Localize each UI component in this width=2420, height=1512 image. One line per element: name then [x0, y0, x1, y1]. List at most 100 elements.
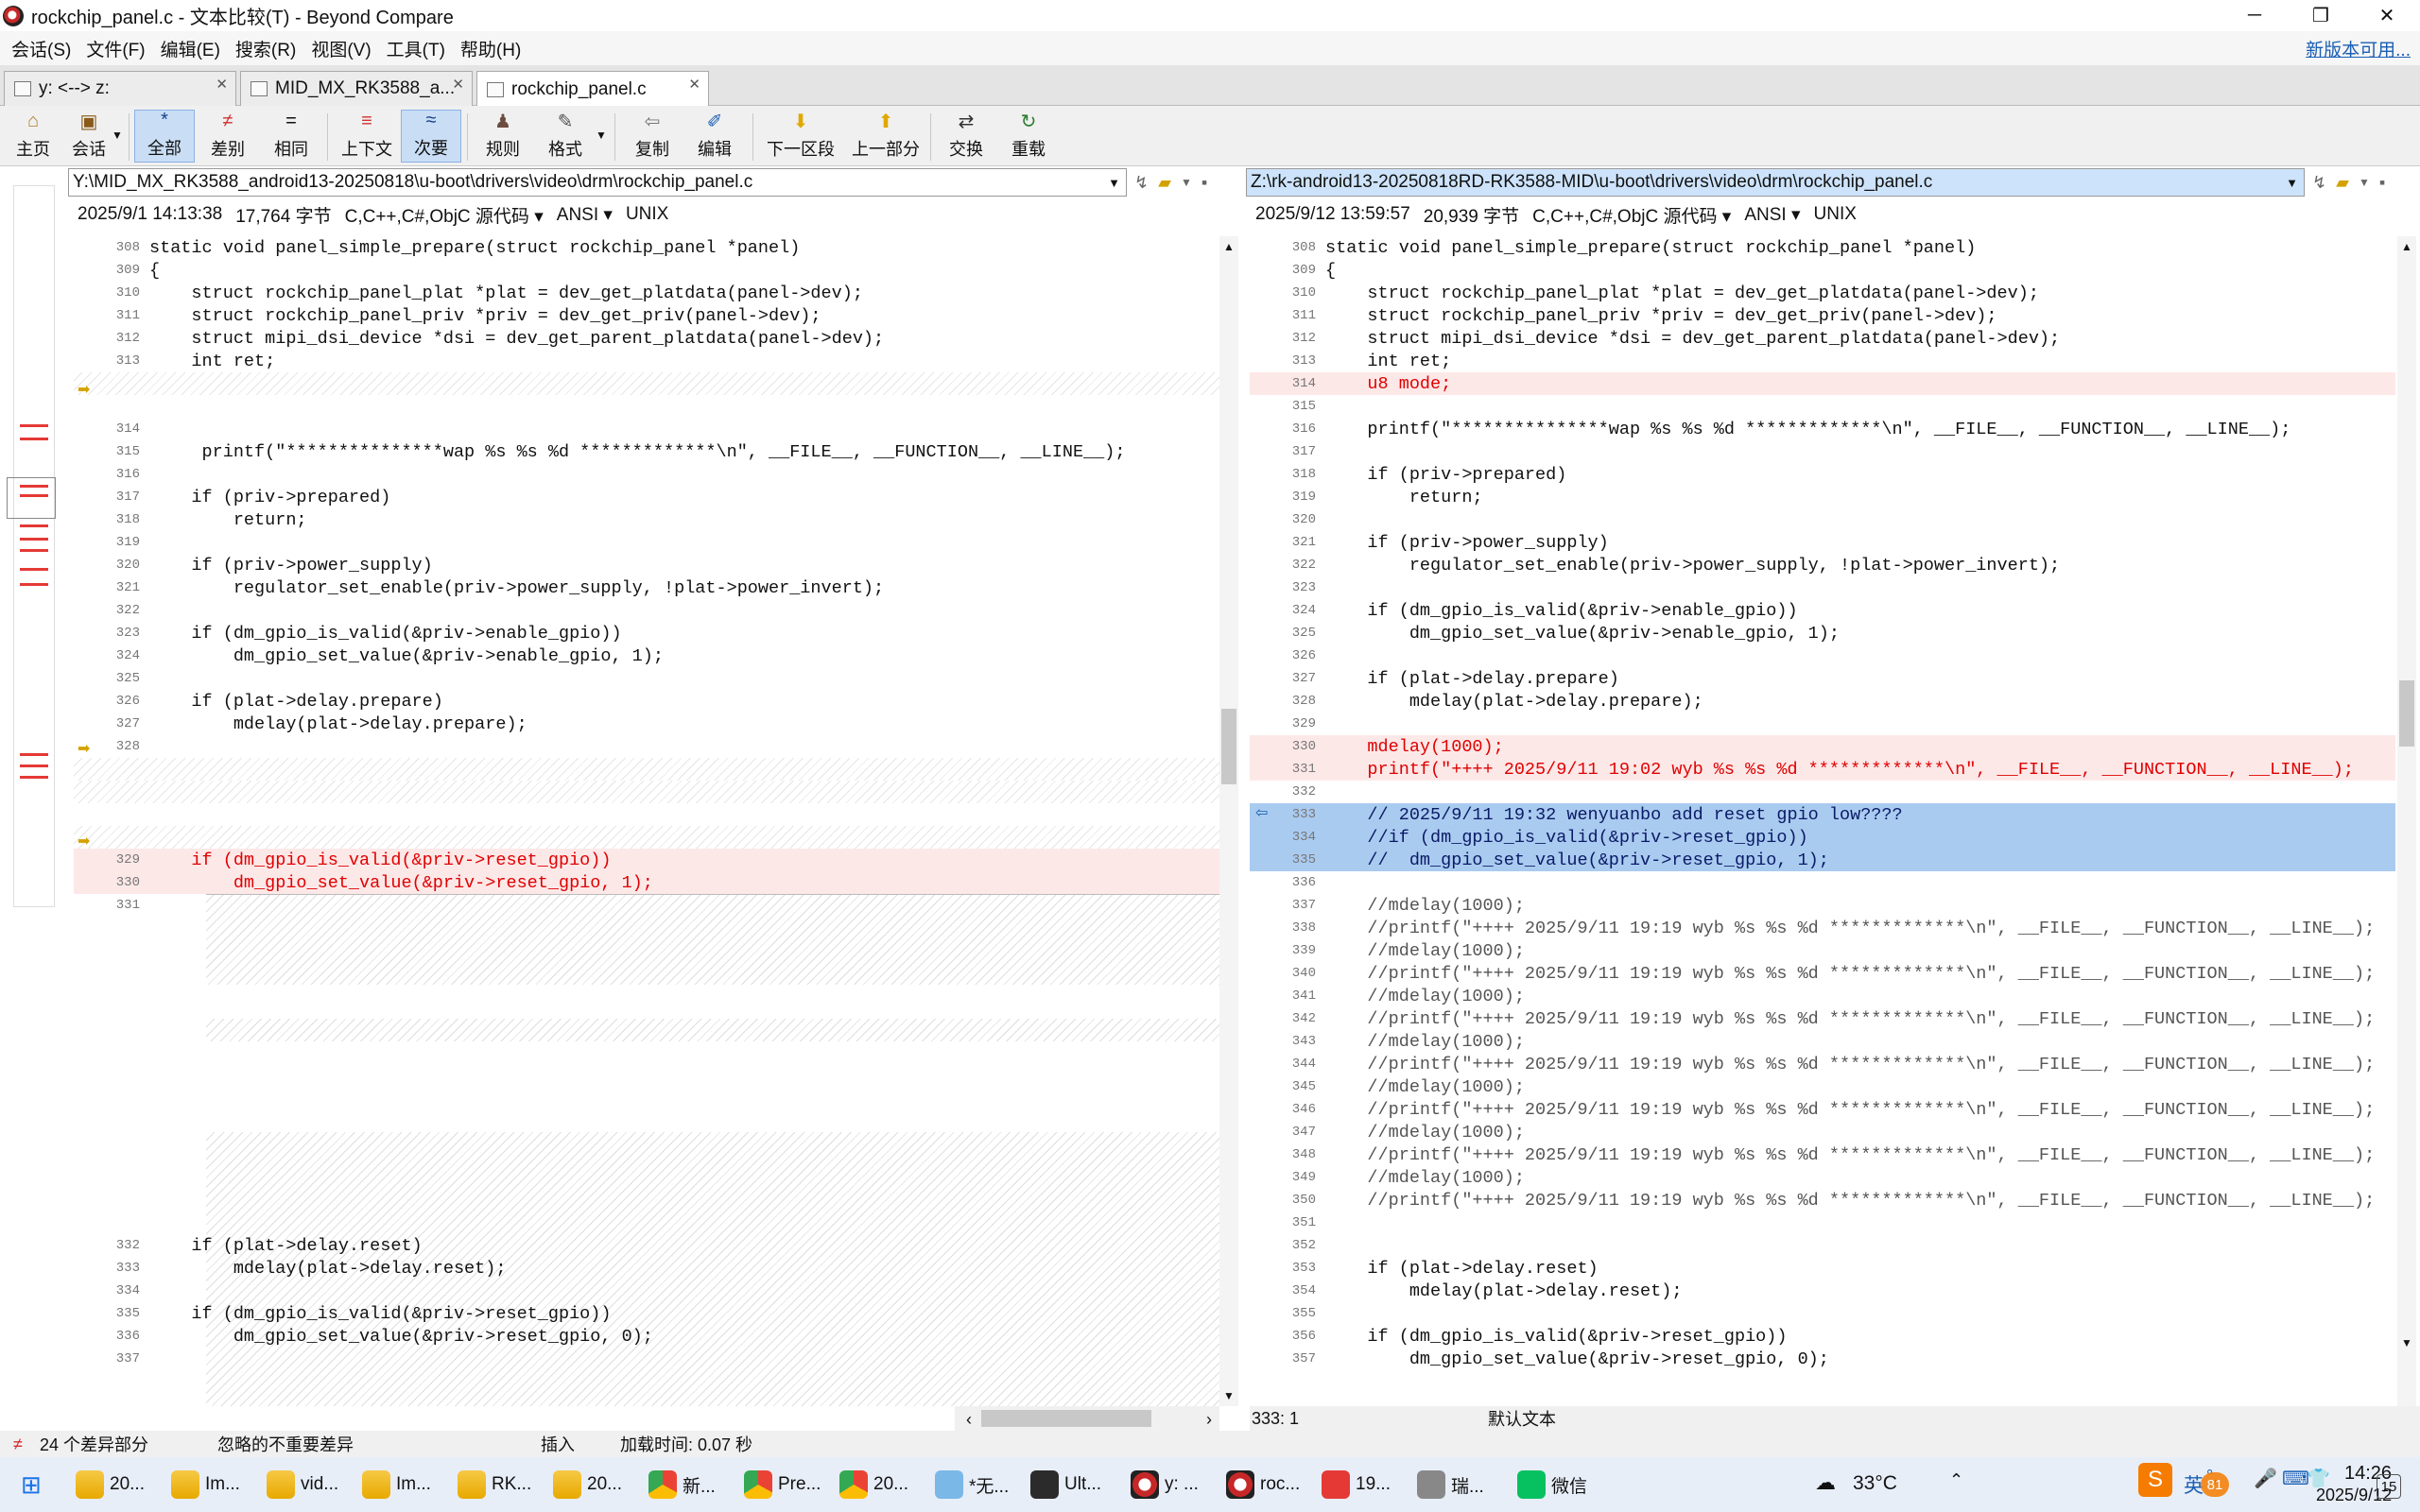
arrow-right-icon[interactable]: ➡ — [78, 739, 93, 757]
menu-help[interactable]: 帮助(H) — [460, 36, 521, 61]
close-tab-icon[interactable]: ✕ — [216, 76, 228, 93]
taskbar-app-button[interactable]: 20... — [839, 1465, 908, 1504]
code-line[interactable]: 316 — [74, 463, 1219, 486]
code-line[interactable]: 351 — [1250, 1211, 2395, 1234]
code-line[interactable]: 338 //printf("++++ 2025/9/11 19:19 wyb %… — [1250, 917, 2395, 939]
code-line[interactable]: 355 — [1250, 1302, 2395, 1325]
code-line[interactable]: 311 struct rockchip_panel_priv *priv = d… — [74, 304, 1219, 327]
save-icon[interactable]: ▪ — [1201, 173, 1207, 193]
microphone-icon[interactable]: 🎤 — [2254, 1467, 2277, 1490]
taskbar-app-button[interactable]: 20... — [76, 1465, 145, 1504]
horizontal-scrollbar[interactable]: ‹ › — [955, 1406, 1219, 1431]
code-line[interactable]: 325 — [74, 667, 1219, 690]
right-language-select[interactable]: C,C++,C#,ObjC 源代码 ▾ — [1532, 202, 1731, 228]
code-line[interactable]: 333 // 2025/9/11 19:32 wenyuanbo add res… — [1250, 803, 2395, 826]
code-line[interactable]: 354 mdelay(plat->delay.reset); — [1250, 1280, 2395, 1302]
viewport-indicator[interactable] — [7, 477, 56, 519]
alignment-gap[interactable] — [74, 826, 1219, 849]
show-all-button[interactable]: * 全部 — [134, 110, 195, 163]
code-line[interactable]: 350 //printf("++++ 2025/9/11 19:19 wyb %… — [1250, 1189, 2395, 1211]
taskbar-app-button[interactable]: Ult... — [1030, 1465, 1101, 1504]
context-button[interactable]: ≡ 上下文 — [337, 110, 397, 163]
code-line[interactable]: 320 — [1250, 508, 2395, 531]
scroll-down-icon[interactable]: ▼ — [1223, 1389, 1235, 1402]
format-dropdown-icon[interactable]: ▼ — [596, 129, 607, 142]
copy-button[interactable]: ⇦ 复制 — [622, 110, 683, 163]
code-line[interactable]: 329 if (dm_gpio_is_valid(&priv->reset_gp… — [74, 849, 1219, 871]
sogou-ime-icon[interactable]: S — [2138, 1463, 2172, 1497]
code-line[interactable]: 330 dm_gpio_set_value(&priv->reset_gpio,… — [74, 871, 1219, 894]
code-line[interactable]: 345 //mdelay(1000); — [1250, 1075, 2395, 1098]
keyboard-icon[interactable]: ⌨ — [2282, 1467, 2309, 1490]
taskbar-app-button[interactable]: Im... — [171, 1465, 240, 1504]
taskbar-app-button[interactable]: Im... — [362, 1465, 431, 1504]
tab-rockchip-panel[interactable]: rockchip_panel.c ✕ — [476, 71, 709, 107]
left-language-select[interactable]: C,C++,C#,ObjC 源代码 ▾ — [345, 202, 544, 228]
code-line[interactable]: 340 //printf("++++ 2025/9/11 19:19 wyb %… — [1250, 962, 2395, 985]
taskbar-app-button[interactable]: roc... — [1226, 1465, 1300, 1504]
right-encoding-select[interactable]: ANSI ▾ — [1744, 204, 1800, 226]
code-line[interactable]: 335 if (dm_gpio_is_valid(&priv->reset_gp… — [74, 1302, 1219, 1325]
taskbar-app-button[interactable]: 瑞... — [1417, 1465, 1484, 1504]
taskbar-app-button[interactable]: *无... — [935, 1465, 1009, 1504]
left-eol[interactable]: UNIX — [626, 204, 668, 225]
code-line[interactable]: 325 dm_gpio_set_value(&priv->enable_gpio… — [1250, 622, 2395, 644]
taskbar-app-button[interactable]: vid... — [267, 1465, 338, 1504]
code-line[interactable]: 308 static void panel_simple_prepare(stru… — [1250, 236, 2395, 259]
difference-overview-map[interactable] — [7, 185, 56, 907]
code-line[interactable]: 314 — [74, 418, 1219, 440]
code-line[interactable]: 313 int ret; — [1250, 350, 2395, 372]
code-line[interactable]: 339 //mdelay(1000); — [1250, 939, 2395, 962]
home-button[interactable]: ⌂ 主页 — [3, 110, 63, 163]
code-line[interactable]: 317 — [1250, 440, 2395, 463]
save-icon[interactable]: ▪ — [2379, 173, 2385, 193]
left-encoding-select[interactable]: ANSI ▾ — [557, 204, 613, 226]
code-line[interactable]: 327 if (plat->delay.prepare) — [1250, 667, 2395, 690]
rules-button[interactable]: ♟ 规则 — [473, 110, 533, 163]
app-notification-count[interactable]: 81 — [2201, 1472, 2229, 1497]
code-line[interactable]: 312 struct mipi_dsi_device *dsi = dev_ge… — [1250, 327, 2395, 350]
code-line[interactable]: 316 printf("***************wap %s %s %d … — [1250, 418, 2395, 440]
notification-badge[interactable]: 15 — [2377, 1474, 2401, 1499]
right-eol[interactable]: UNIX — [1814, 204, 1857, 225]
code-line[interactable]: 330 mdelay(1000); — [1250, 735, 2395, 758]
code-line[interactable]: 346 //printf("++++ 2025/9/11 19:19 wyb %… — [1250, 1098, 2395, 1121]
alignment-gap[interactable] — [74, 372, 1219, 395]
code-line[interactable]: 321 if (priv->power_supply) — [1250, 531, 2395, 554]
next-section-button[interactable]: ⬇ 下一区段 — [760, 110, 841, 163]
scroll-left-icon[interactable]: ‹ — [966, 1410, 972, 1430]
scroll-right-icon[interactable]: › — [1206, 1410, 1212, 1430]
code-line[interactable]: 329 — [1250, 713, 2395, 735]
close-tab-icon[interactable]: ✕ — [452, 76, 464, 93]
format-button[interactable]: ✎ 格式 — [535, 110, 596, 163]
code-line[interactable]: 333 mdelay(plat->delay.reset); — [74, 1257, 1219, 1280]
code-line[interactable]: 353 if (plat->delay.reset) — [1250, 1257, 2395, 1280]
code-line[interactable]: 324 if (dm_gpio_is_valid(&priv->enable_g… — [1250, 599, 2395, 622]
taskbar-app-button[interactable]: 新... — [648, 1465, 716, 1504]
edit-button[interactable]: ✐ 编辑 — [684, 110, 745, 163]
prev-section-button[interactable]: ⬆ 上一部分 — [845, 110, 926, 163]
code-line[interactable]: 332 if (plat->delay.reset) — [74, 1234, 1219, 1257]
arrow-right-icon[interactable]: ➡ — [78, 832, 93, 850]
left-vertical-scrollbar[interactable]: ▲ ▼ — [1219, 236, 1238, 1406]
arrow-right-icon[interactable]: ➡ — [78, 380, 93, 398]
menu-session[interactable]: 会话(S) — [11, 36, 71, 61]
code-line[interactable]: 322 regulator_set_enable(priv->power_sup… — [1250, 554, 2395, 576]
right-path-input[interactable]: Z:\rk-android13-20250818RD-RK3588-MID\u-… — [1246, 168, 2305, 197]
open-folder-icon[interactable]: ▰ — [2336, 173, 2349, 193]
left-path-input[interactable]: Y:\MID_MX_RK3588_android13-20250818\u-bo… — [68, 168, 1127, 197]
code-line[interactable]: 332 — [1250, 781, 2395, 803]
taskbar-app-button[interactable]: 20... — [553, 1465, 622, 1504]
menu-edit[interactable]: 编辑(E) — [161, 36, 220, 61]
code-line[interactable]: 342 //printf("++++ 2025/9/11 19:19 wyb %… — [1250, 1007, 2395, 1030]
history-icon[interactable]: ↯ — [2312, 173, 2326, 193]
code-line[interactable]: 309 { — [74, 259, 1219, 282]
code-line[interactable]: 311 struct rockchip_panel_priv *priv = d… — [1250, 304, 2395, 327]
left-code-pane[interactable]: 308 static void panel_simple_prepare(stru… — [74, 236, 1219, 1406]
code-line[interactable]: 349 //mdelay(1000); — [1250, 1166, 2395, 1189]
chevron-up-icon[interactable]: ⌃ — [1949, 1470, 1963, 1490]
menu-tools[interactable]: 工具(T) — [387, 36, 445, 61]
code-line[interactable]: 337 //mdelay(1000); — [1250, 894, 2395, 917]
taskbar-app-button[interactable]: Pre... — [744, 1465, 821, 1504]
code-line[interactable]: 320 if (priv->power_supply) — [74, 554, 1219, 576]
